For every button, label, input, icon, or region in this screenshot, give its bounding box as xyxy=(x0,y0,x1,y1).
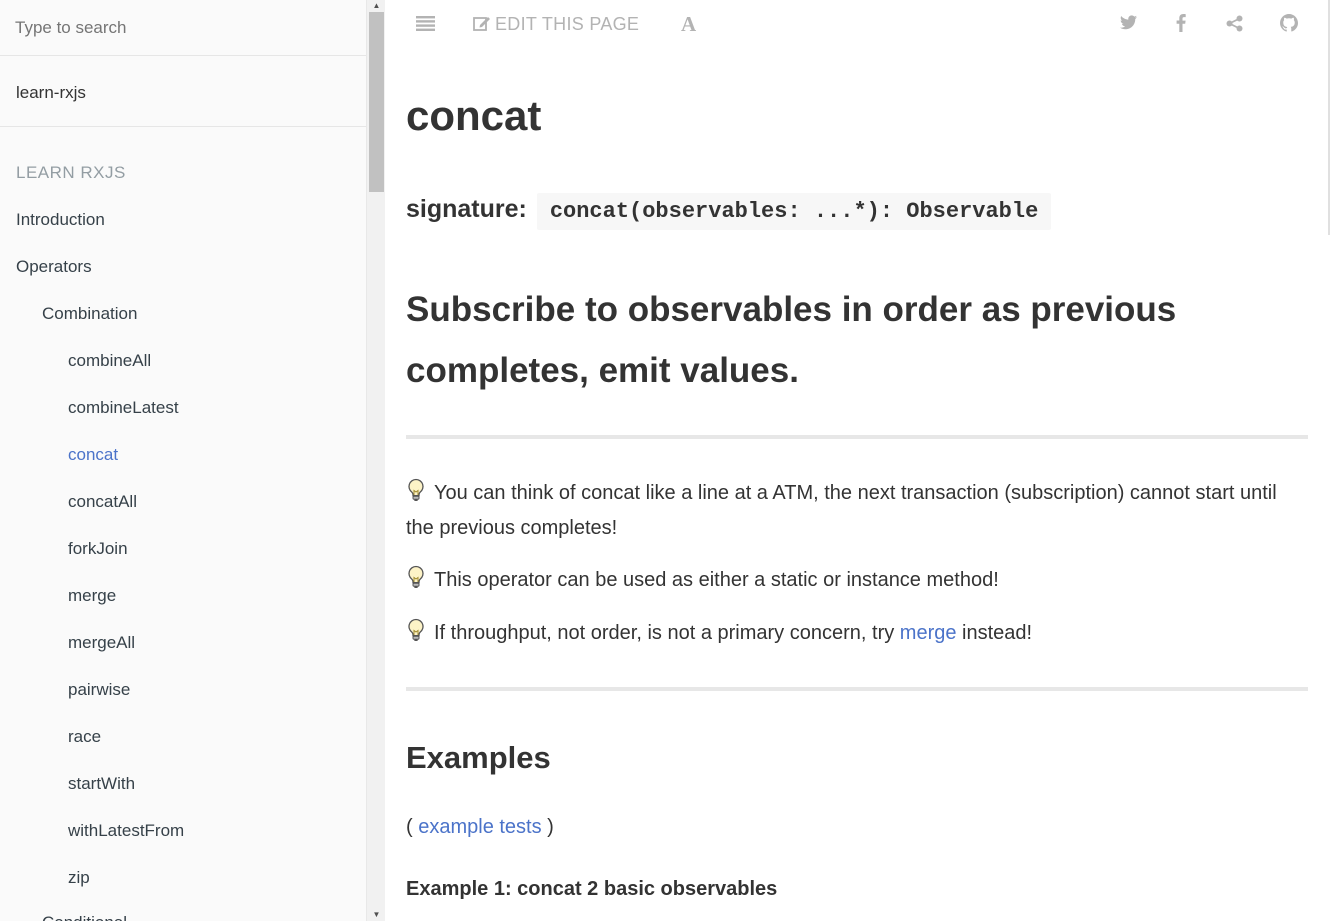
book-title-link[interactable]: learn-rxjs xyxy=(16,83,86,103)
divider xyxy=(406,687,1308,691)
sidebar-scrollbar[interactable]: ▲ ▼ xyxy=(366,0,385,921)
search-box xyxy=(0,0,366,56)
signature-code: concat(observables: ...*): Observable xyxy=(536,193,1052,230)
sidebar-item-merge[interactable]: merge xyxy=(68,586,116,606)
example-tests-line: ( example tests ) xyxy=(406,816,554,839)
sidebar-item-conditional[interactable]: Conditional xyxy=(42,913,127,921)
share-icon[interactable] xyxy=(1226,15,1243,32)
sidebar-item-forkjoin[interactable]: forkJoin xyxy=(68,539,128,559)
sidebar: learn-rxjs LEARN RXJS Introduction Opera… xyxy=(0,0,366,921)
lightbulb-icon xyxy=(408,565,424,588)
example-1-title: Example 1: concat 2 basic observables xyxy=(406,878,778,900)
sidebar-item-combinelatest[interactable]: combineLatest xyxy=(68,398,179,418)
divider xyxy=(406,435,1308,439)
sidebar-item-concatall[interactable]: concatAll xyxy=(68,492,137,512)
sidebar-item-startwith[interactable]: startWith xyxy=(68,774,135,794)
main-content: EDIT THIS PAGE A concat signature: conca… xyxy=(385,0,1330,921)
signature-label: signature: xyxy=(406,195,527,223)
sidebar-item-pairwise[interactable]: pairwise xyxy=(68,680,130,700)
tip-atm-analogy: You can think of concat like a line at a… xyxy=(406,476,1306,546)
paren-close: ) xyxy=(541,816,554,838)
paren-open: ( xyxy=(406,816,419,838)
merge-link[interactable]: merge xyxy=(900,622,957,644)
tip-text-after: instead! xyxy=(956,622,1033,644)
tip-text: This operator can be used as either a st… xyxy=(434,569,999,591)
sidebar-item-mergeall[interactable]: mergeAll xyxy=(68,633,135,653)
sidebar-item-concat[interactable]: concat xyxy=(68,445,118,465)
tip-static-instance: This operator can be used as either a st… xyxy=(406,563,1306,598)
menu-icon[interactable] xyxy=(416,16,435,31)
lightbulb-icon xyxy=(408,618,424,641)
facebook-icon[interactable] xyxy=(1176,14,1186,32)
tip-text: You can think of concat like a line at a… xyxy=(406,482,1277,539)
edit-page-button[interactable]: EDIT THIS PAGE xyxy=(473,14,639,35)
example-tests-link[interactable]: example tests xyxy=(418,816,541,838)
book-title-bar: learn-rxjs xyxy=(0,57,366,127)
examples-heading: Examples xyxy=(406,740,551,775)
lightbulb-icon xyxy=(408,478,424,501)
scrollbar-thumb[interactable] xyxy=(369,12,384,192)
edit-page-label: EDIT THIS PAGE xyxy=(495,14,640,34)
github-icon[interactable] xyxy=(1280,14,1298,32)
sidebar-item-race[interactable]: race xyxy=(68,727,101,747)
font-settings-button[interactable]: A xyxy=(681,12,696,37)
scroll-down-arrow-icon[interactable]: ▼ xyxy=(367,909,386,921)
tip-throughput: If throughput, not order, is not a prima… xyxy=(406,616,1306,651)
sidebar-item-operators[interactable]: Operators xyxy=(16,257,92,277)
signature-heading: signature: concat(observables: ...*): Ob… xyxy=(406,193,1052,230)
operator-description: Subscribe to observables in order as pre… xyxy=(406,290,1177,390)
search-input[interactable] xyxy=(0,0,366,55)
toolbar: EDIT THIS PAGE A xyxy=(385,0,1330,50)
scroll-up-arrow-icon[interactable]: ▲ xyxy=(367,0,386,12)
page-title: concat xyxy=(406,92,542,139)
edit-icon xyxy=(473,17,490,31)
sidebar-item-combineall[interactable]: combineAll xyxy=(68,351,151,371)
nav-section-header: LEARN RXJS xyxy=(16,163,126,182)
sidebar-item-introduction[interactable]: Introduction xyxy=(16,210,105,230)
twitter-icon[interactable] xyxy=(1120,15,1137,30)
sidebar-item-zip[interactable]: zip xyxy=(68,868,90,888)
tip-text-before: If throughput, not order, is not a prima… xyxy=(434,622,900,644)
sidebar-item-withlatestfrom[interactable]: withLatestFrom xyxy=(68,821,184,841)
sidebar-item-combination[interactable]: Combination xyxy=(42,304,137,324)
